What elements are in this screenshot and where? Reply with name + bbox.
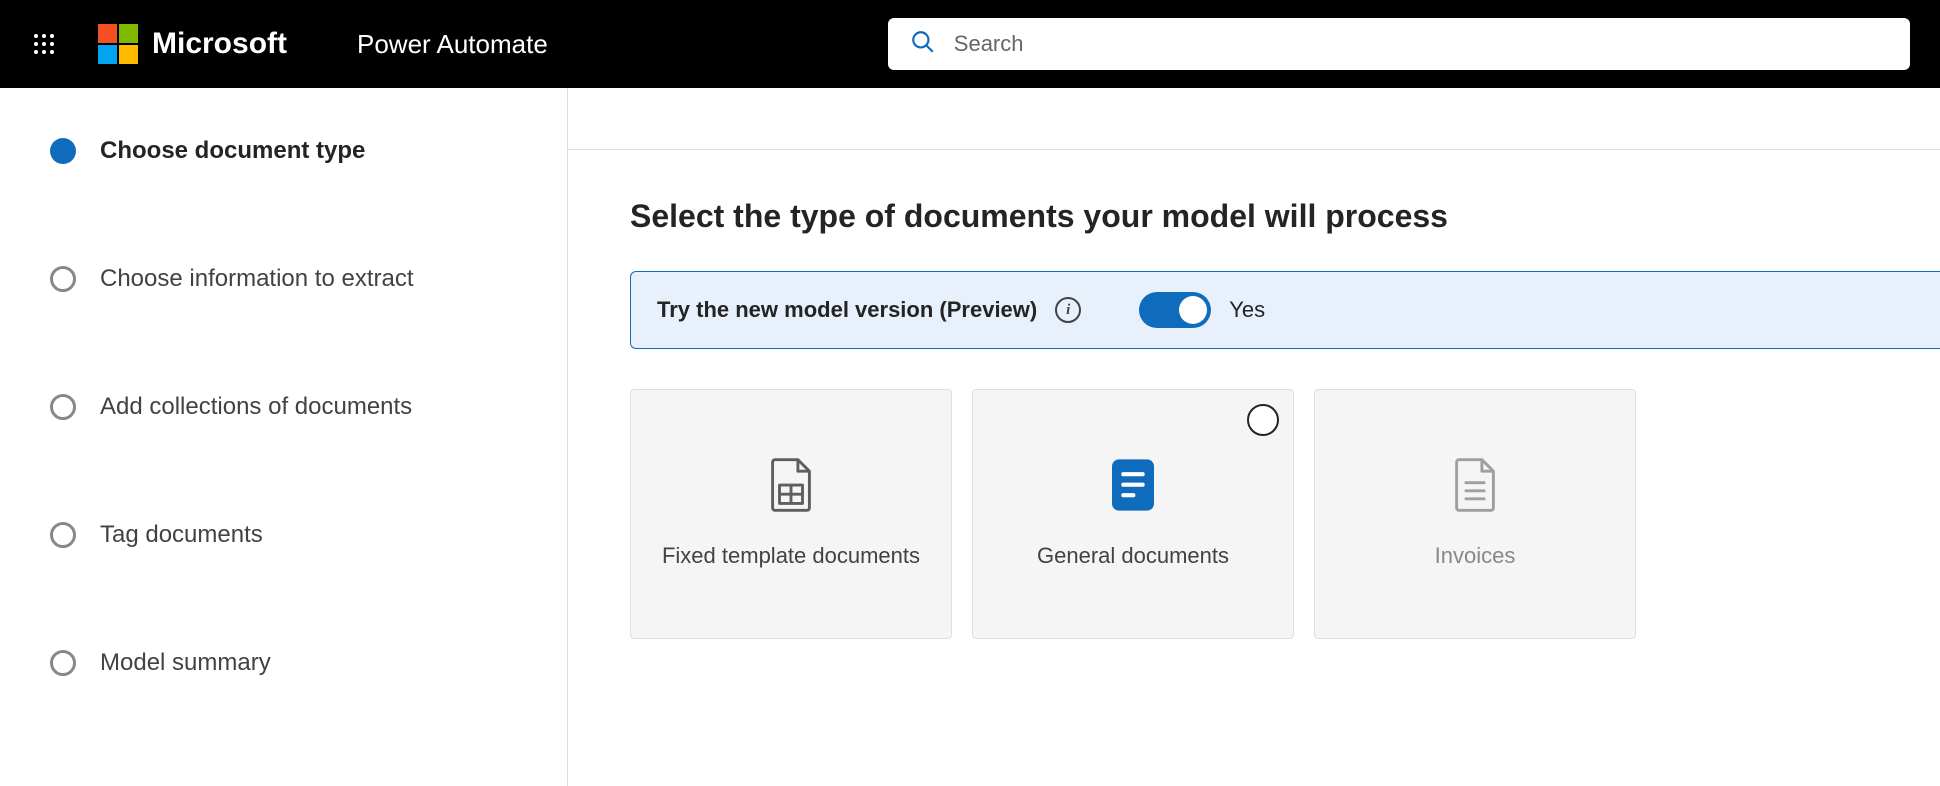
document-type-card[interactable]: General documents	[972, 389, 1294, 639]
step-label: Model summary	[100, 650, 271, 676]
step-label: Tag documents	[100, 522, 263, 548]
wizard-step[interactable]: Choose information to extract	[50, 266, 527, 394]
step-label: Choose information to extract	[100, 266, 414, 292]
toggle-label: Yes	[1229, 297, 1265, 323]
app-launcher-icon[interactable]	[20, 20, 68, 68]
info-icon[interactable]: i	[1055, 297, 1081, 323]
document-type-card[interactable]: Fixed template documents	[630, 389, 952, 639]
step-label: Add collections of documents	[100, 394, 412, 420]
microsoft-logo[interactable]: Microsoft	[98, 24, 287, 64]
invoice-document-icon	[1452, 457, 1498, 513]
general-document-icon	[1112, 457, 1154, 513]
step-label: Choose document type	[100, 138, 365, 164]
wizard-step[interactable]: Choose document type	[50, 138, 527, 266]
step-dot-icon	[50, 650, 76, 676]
microsoft-logo-icon	[98, 24, 138, 64]
brand-text: Microsoft	[152, 27, 287, 61]
app-name: Power Automate	[357, 29, 548, 60]
search-box[interactable]	[888, 18, 1910, 70]
card-radio[interactable]	[1247, 404, 1279, 436]
step-dot-icon	[50, 266, 76, 292]
wizard-step[interactable]: Tag documents	[50, 522, 527, 650]
template-document-icon	[768, 457, 814, 513]
step-dot-icon	[50, 394, 76, 420]
search-input[interactable]	[954, 31, 1888, 57]
wizard-step[interactable]: Add collections of documents	[50, 394, 527, 522]
card-label: Invoices	[1405, 541, 1546, 572]
document-type-card[interactable]: Invoices	[1314, 389, 1636, 639]
page-title: Select the type of documents your model …	[630, 198, 1940, 235]
preview-toggle[interactable]	[1139, 292, 1211, 328]
card-label: General documents	[1007, 541, 1259, 572]
wizard-steps-sidebar: Choose document type Choose information t…	[0, 88, 568, 786]
app-header: Microsoft Power Automate	[0, 0, 1940, 88]
step-dot-icon	[50, 138, 76, 164]
card-label: Fixed template documents	[632, 541, 950, 572]
main-top-divider	[568, 88, 1940, 150]
step-dot-icon	[50, 522, 76, 548]
banner-text: Try the new model version (Preview)	[657, 297, 1037, 323]
wizard-step[interactable]: Model summary	[50, 650, 527, 676]
search-icon	[910, 29, 936, 60]
preview-banner: Try the new model version (Preview) i Ye…	[630, 271, 1940, 349]
main-content: Select the type of documents your model …	[568, 88, 1940, 786]
